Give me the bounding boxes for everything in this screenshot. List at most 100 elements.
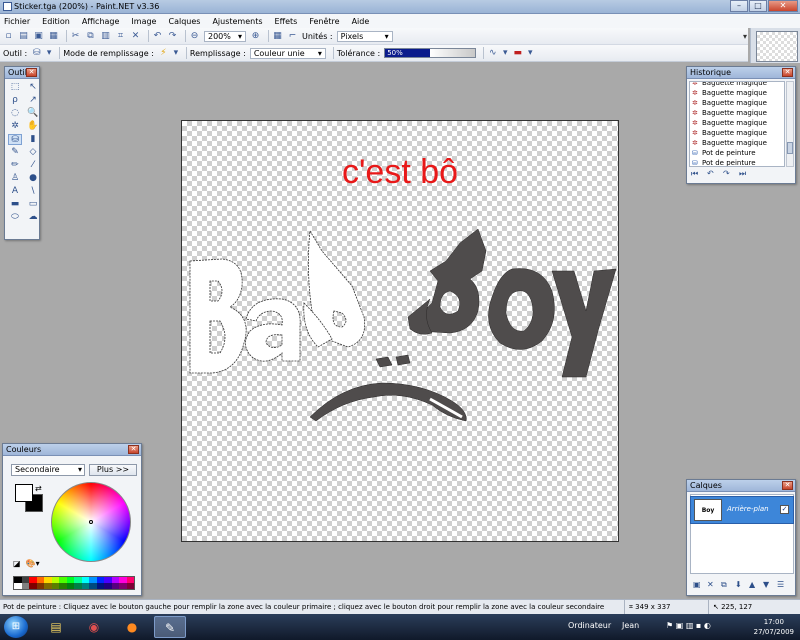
palette-swatch[interactable] xyxy=(66,583,74,589)
history-scrollbar[interactable] xyxy=(786,81,794,167)
fill-mode-icon[interactable]: ⚡ xyxy=(158,48,169,59)
media-player-taskbar-icon[interactable]: ◉ xyxy=(78,616,110,638)
duplicate-layer-icon[interactable]: ⧉ xyxy=(721,580,731,590)
chevron-down-icon[interactable]: ▾ xyxy=(502,48,508,59)
thumbnail-nav-icon[interactable]: ▾ xyxy=(743,32,747,41)
rounded-rect-tool[interactable]: ▭ xyxy=(26,199,40,210)
palette-swatch[interactable] xyxy=(74,583,82,589)
palette-swatch[interactable] xyxy=(119,583,127,589)
palette-swatch[interactable] xyxy=(14,583,22,589)
maximize-button[interactable]: □ xyxy=(749,0,767,12)
text-tool[interactable]: A xyxy=(8,186,22,197)
paint-bucket-icon[interactable]: ⛁ xyxy=(31,48,42,59)
color-wheel-marker[interactable] xyxy=(89,520,93,524)
recolor-tool[interactable]: ● xyxy=(26,173,40,184)
menu-edition[interactable]: Edition xyxy=(42,17,70,26)
start-button[interactable]: ⊞ xyxy=(4,616,28,638)
history-item[interactable]: ✲ Baguette magique xyxy=(690,88,784,98)
pencil-tool[interactable]: ✏ xyxy=(8,160,22,171)
grid-icon[interactable]: ▦ xyxy=(272,31,283,42)
chevron-down-icon[interactable]: ▾ xyxy=(36,559,40,568)
units-select[interactable]: Pixels ▾ xyxy=(336,30,393,42)
menu-calques[interactable]: Calques xyxy=(168,17,200,26)
explorer-taskbar-icon[interactable]: ▤ xyxy=(40,616,72,638)
close-icon[interactable]: ✕ xyxy=(26,68,37,77)
palette-swatch[interactable] xyxy=(51,583,59,589)
history-item[interactable]: ✲ Baguette magique xyxy=(690,98,784,108)
palette-swatch[interactable] xyxy=(21,583,29,589)
palette-swatch[interactable] xyxy=(36,583,44,589)
menu-ajustements[interactable]: Ajustements xyxy=(212,17,262,26)
undo-icon[interactable]: ↶ xyxy=(707,169,719,179)
swap-colors-icon[interactable]: ⇄ xyxy=(35,484,42,493)
rectangle-tool[interactable]: ▬ xyxy=(8,199,22,210)
menu-effets[interactable]: Effets xyxy=(275,17,298,26)
zoom-out-icon[interactable]: ⊖ xyxy=(189,31,200,42)
colors-panel-header[interactable]: Couleurs ✕ xyxy=(3,444,141,456)
move-selected-tool[interactable]: ↗ xyxy=(26,95,40,106)
palette-swatch[interactable] xyxy=(29,583,37,589)
palette-swatch[interactable] xyxy=(81,583,89,589)
tray-computer-label[interactable]: Ordinateur xyxy=(568,621,611,630)
palette-swatch[interactable] xyxy=(104,583,112,589)
new-file-icon[interactable]: ▫ xyxy=(3,31,14,42)
menu-fichier[interactable]: Fichier xyxy=(4,17,30,26)
tools-panel-header[interactable]: Outils ✕ xyxy=(5,67,39,79)
pan-tool[interactable]: ✋ xyxy=(26,121,40,132)
palette-swatch[interactable] xyxy=(44,583,52,589)
zoom-in-icon[interactable]: ⊕ xyxy=(250,31,261,42)
close-icon[interactable]: ✕ xyxy=(782,481,793,490)
chevron-down-icon[interactable]: ▾ xyxy=(46,48,52,59)
delete-layer-icon[interactable]: ✕ xyxy=(707,580,717,590)
save-icon[interactable]: ▣ xyxy=(33,31,44,42)
image-thumbnail[interactable] xyxy=(756,31,798,62)
clone-stamp-tool[interactable]: ♙ xyxy=(8,173,22,184)
history-item[interactable]: ✲ Baguette magique xyxy=(690,118,784,128)
ellipse-select-tool[interactable]: ◌ xyxy=(8,108,22,119)
ellipse-tool[interactable]: ⬭ xyxy=(8,212,22,223)
redo-icon[interactable]: ↷ xyxy=(723,169,735,179)
primary-color-swatch[interactable] xyxy=(15,484,33,502)
crop-icon[interactable]: ⌗ xyxy=(115,31,126,42)
magic-wand-tool[interactable]: ✲ xyxy=(8,121,22,132)
palette-swatch[interactable] xyxy=(59,583,67,589)
image-thumbnail-tab[interactable]: ▾ xyxy=(743,28,800,64)
history-item[interactable]: ✲ Baguette magique xyxy=(690,138,784,148)
layers-panel-header[interactable]: Calques ✕ xyxy=(687,480,795,492)
system-tray-icons[interactable]: ⚑ ▣ ▥ ▪ ◐ xyxy=(666,621,711,630)
eraser-tool[interactable]: ◇ xyxy=(26,147,40,158)
close-icon[interactable]: ✕ xyxy=(128,445,139,454)
history-panel-header[interactable]: Historique ✕ xyxy=(687,67,795,79)
print-icon[interactable]: ▦ xyxy=(48,31,59,42)
paste-icon[interactable]: ▥ xyxy=(100,31,111,42)
palette-swatch[interactable] xyxy=(96,583,104,589)
tray-user-label[interactable]: Jean xyxy=(622,621,639,630)
move-selection-tool[interactable]: ↖ xyxy=(26,82,40,93)
blend-mode-icon[interactable]: ▬ xyxy=(512,48,523,59)
add-layer-icon[interactable]: ▣ xyxy=(693,580,703,590)
undo-icon[interactable]: ↶ xyxy=(152,31,163,42)
gradient-tool[interactable]: ▮ xyxy=(26,134,40,145)
merge-layer-icon[interactable]: ⬇ xyxy=(735,580,745,590)
clock[interactable]: 17:00 27/07/2009 xyxy=(754,617,794,637)
rewind-icon[interactable]: ⏮ xyxy=(691,169,703,179)
rect-select-tool[interactable]: ⬚ xyxy=(8,82,22,93)
paint-bucket-tool[interactable]: ⛁ xyxy=(8,134,22,145)
zoom-tool[interactable]: 🔍 xyxy=(26,108,40,119)
color-target-select[interactable]: Secondaire xyxy=(11,464,85,476)
lasso-tool[interactable]: ρ xyxy=(8,95,22,106)
palette-swatch[interactable] xyxy=(111,583,119,589)
palette-swatch[interactable] xyxy=(89,583,97,589)
move-layer-up-icon[interactable]: ▲ xyxy=(749,580,759,590)
zoom-field[interactable]: 200% ▾ xyxy=(204,30,246,42)
chevron-down-icon[interactable]: ▾ xyxy=(527,48,533,59)
layer-properties-icon[interactable]: ☰ xyxy=(777,580,787,590)
history-item[interactable]: ✲ Baguette magique xyxy=(690,82,784,88)
antialias-icon[interactable]: ∿ xyxy=(487,48,498,59)
color-picker-tool[interactable]: ⁄ xyxy=(26,160,40,171)
close-icon[interactable]: ✕ xyxy=(782,68,793,77)
move-layer-down-icon[interactable]: ▼ xyxy=(763,580,773,590)
fast-forward-icon[interactable]: ⏭ xyxy=(739,169,751,179)
tolerance-slider[interactable]: 50% xyxy=(384,48,477,58)
reset-colors-icon[interactable]: ◪ xyxy=(13,559,21,568)
